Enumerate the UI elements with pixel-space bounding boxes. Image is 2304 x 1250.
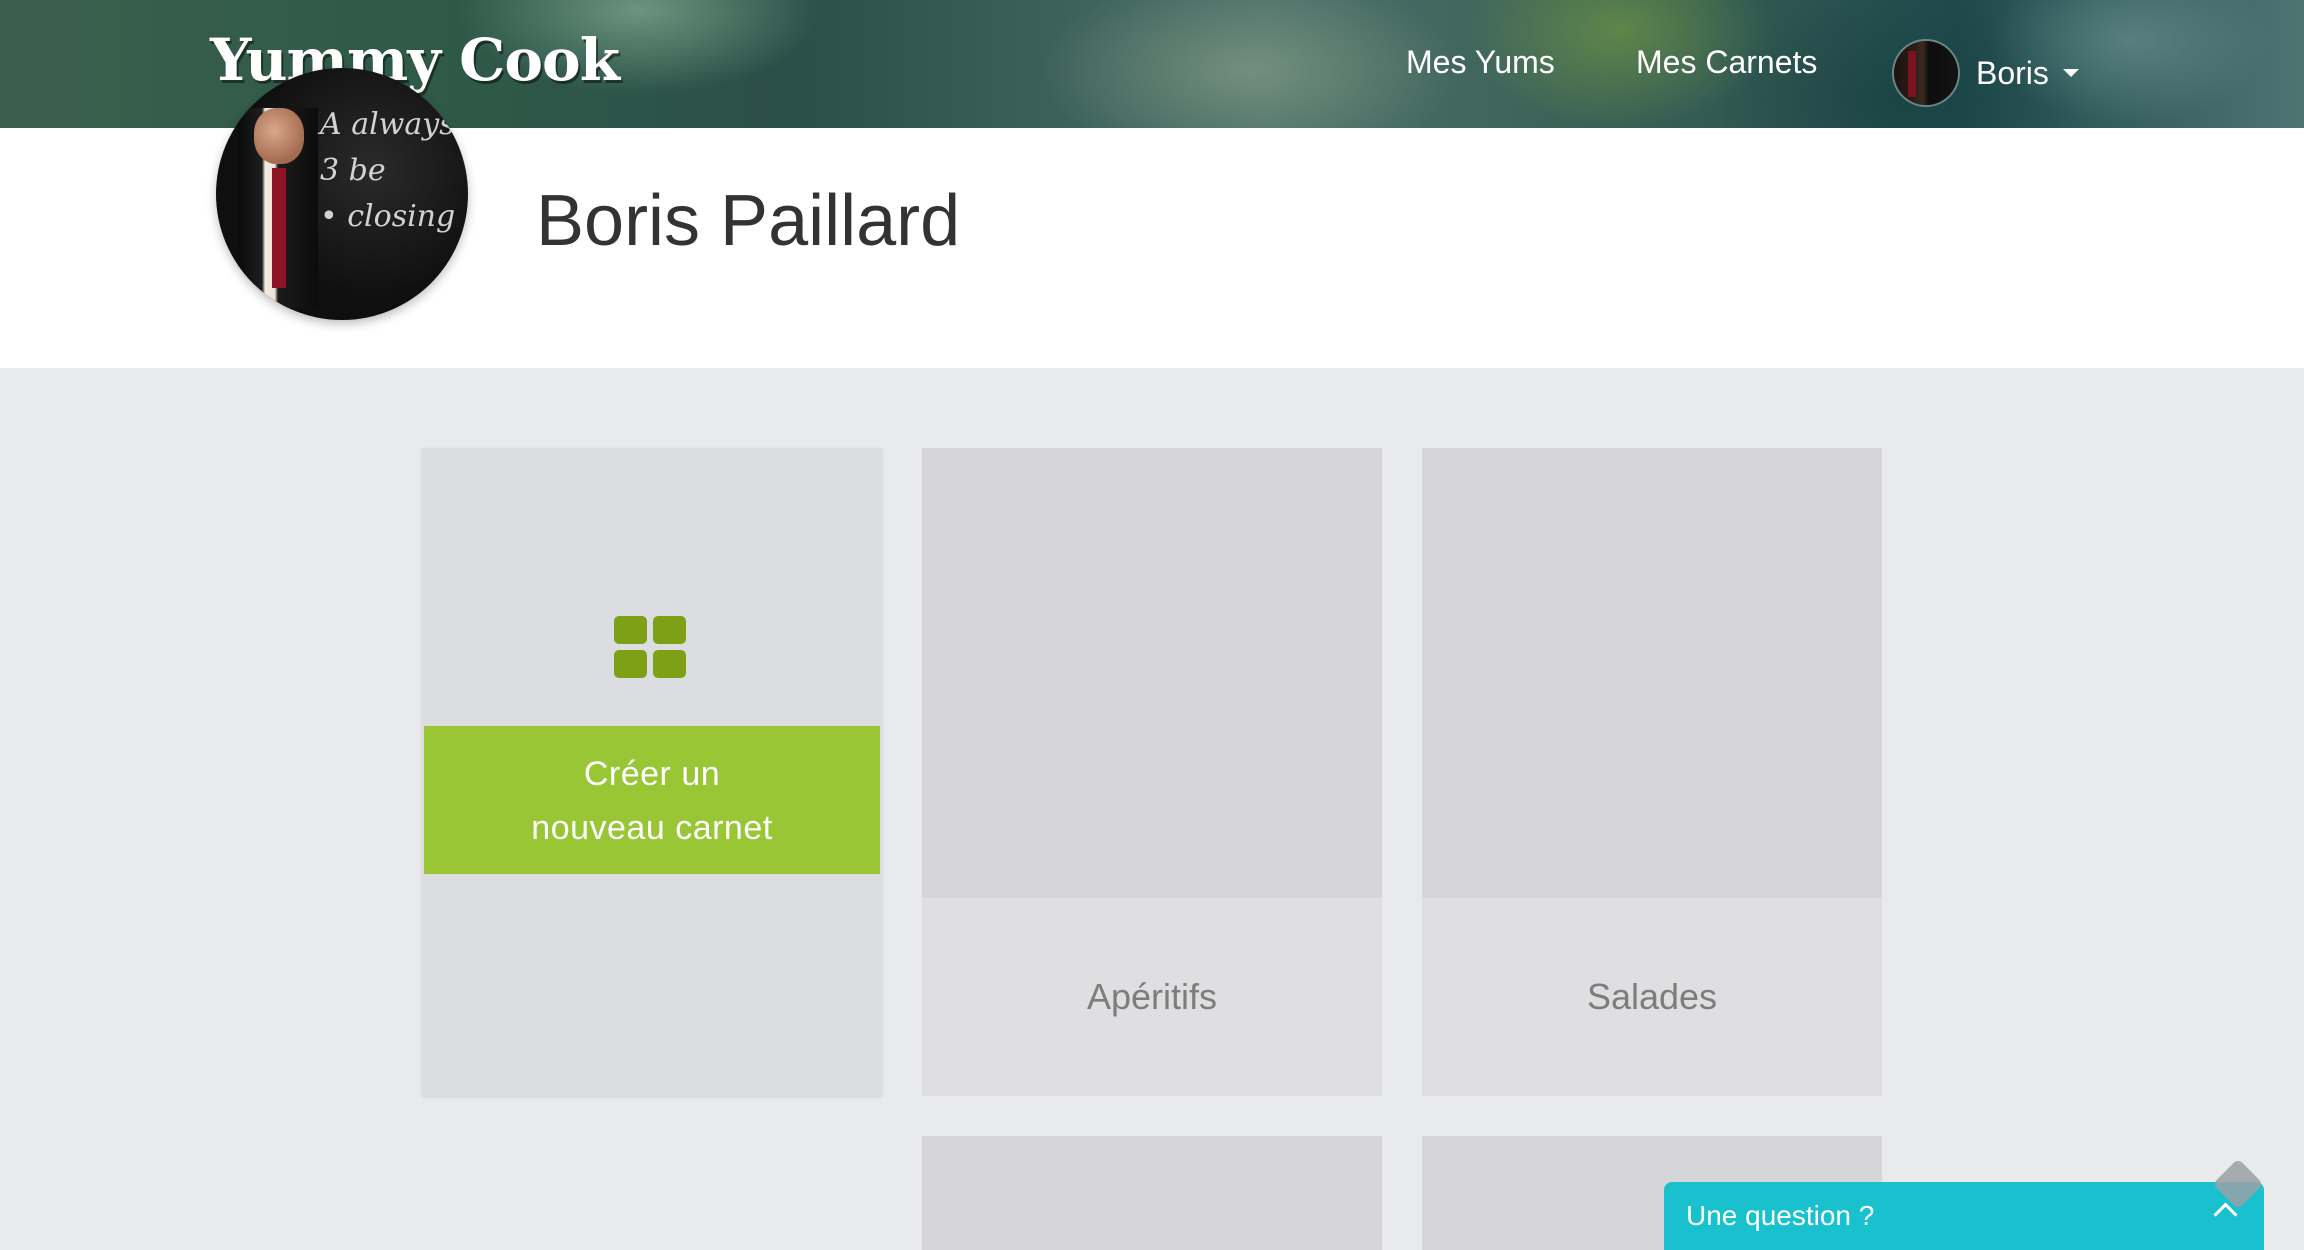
notebook-card-partial[interactable] [922, 1136, 1382, 1250]
notebook-card[interactable]: Apéritifs [922, 448, 1382, 1096]
profile-avatar: A always 3 be • closing [216, 68, 468, 320]
notebook-card[interactable]: Salades [1422, 448, 1882, 1096]
profile-name: Boris Paillard [536, 181, 961, 261]
create-notebook-label: Créer un nouveau carnet [531, 755, 773, 847]
notebook-title: Salades [1586, 976, 1718, 1017]
nav-mes-carnets[interactable]: Mes Carnets [1636, 44, 1817, 81]
avatar-person-tie [272, 168, 286, 288]
help-chat-widget[interactable]: Une question ? [1664, 1182, 2264, 1250]
user-menu-name: Boris [1976, 54, 2049, 91]
create-notebook-button[interactable]: Créer un nouveau carnet [424, 726, 880, 874]
brand-logo[interactable]: Yummy Cook [210, 26, 620, 94]
caret-down-icon [2062, 69, 2079, 77]
grid-icon [614, 616, 686, 678]
avatar-chalkboard-text: A always 3 be • closing [320, 107, 456, 234]
help-chat-label: Une question ? [1686, 1200, 1875, 1231]
notebook-thumbnail [922, 448, 1382, 898]
notebook-title: Apéritifs [1086, 976, 1218, 1017]
avatar-person-head [254, 108, 304, 164]
user-menu-toggle[interactable]: Boris [1894, 40, 2079, 106]
user-avatar [1894, 41, 1958, 105]
nav-mes-yums[interactable]: Mes Yums [1406, 44, 1555, 81]
notebook-thumbnail [1422, 448, 1882, 898]
create-notebook-card[interactable]: Créer un nouveau carnet [422, 448, 882, 1096]
